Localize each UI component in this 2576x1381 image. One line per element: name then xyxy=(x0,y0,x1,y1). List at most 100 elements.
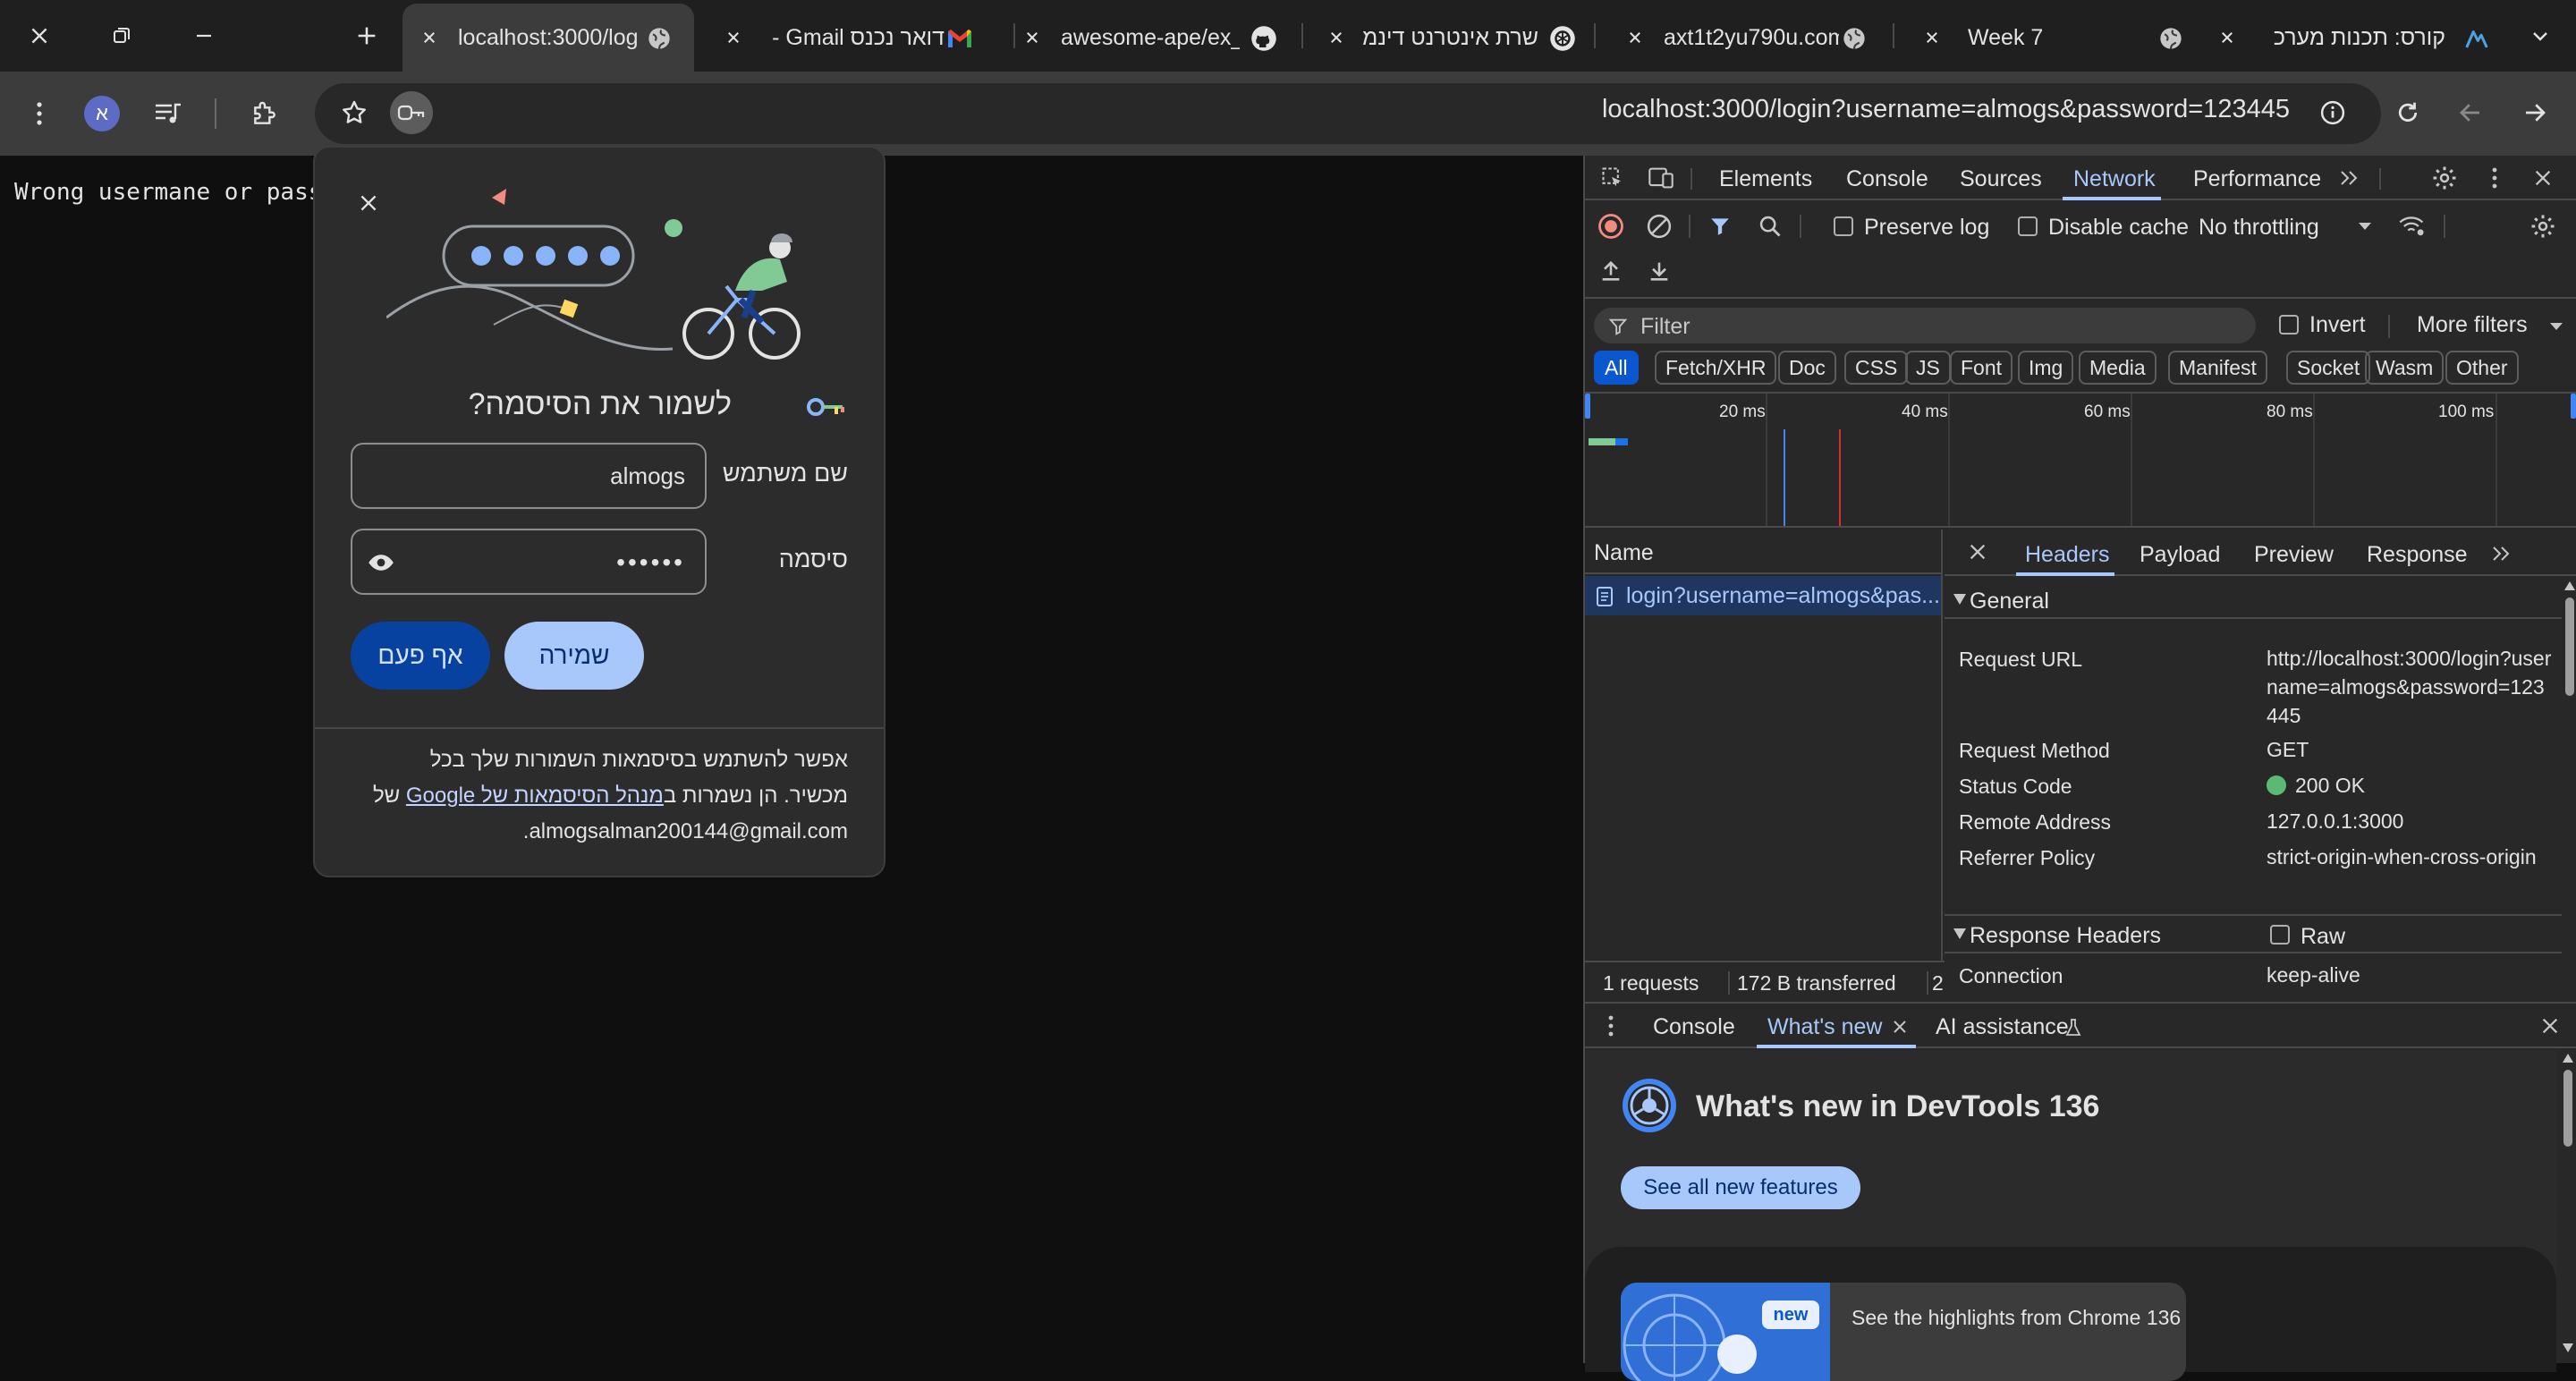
type-filter-fetch-xhr[interactable]: Fetch/XHR xyxy=(1655,351,1777,385)
type-filter-doc[interactable]: Doc xyxy=(1778,351,1836,385)
header-value[interactable]: GET xyxy=(2267,735,2553,764)
tab-moodle[interactable]: קורס: תכנות מערכ xyxy=(2204,4,2499,72)
header-value[interactable]: keep-alive xyxy=(2267,961,2553,989)
never-button[interactable]: אף פעם xyxy=(351,622,490,690)
type-filter-img[interactable]: Img xyxy=(2018,351,2074,385)
preserve-log-checkbox[interactable] xyxy=(1834,216,1853,236)
timeline-overview[interactable]: 20 ms 40 ms 60 ms 80 ms 100 ms xyxy=(1585,392,2576,528)
drawer-tab-console[interactable]: Console xyxy=(1653,1014,1735,1040)
name-column-header[interactable]: Name xyxy=(1594,540,1654,566)
tab-close-button[interactable] xyxy=(415,23,444,52)
tab-payload[interactable]: Payload xyxy=(2140,542,2220,568)
devtools-menu-button[interactable] xyxy=(2479,163,2510,193)
raw-checkbox[interactable] xyxy=(2270,925,2290,945)
close-devtools-button[interactable] xyxy=(2528,163,2558,193)
tab-network[interactable]: Network xyxy=(2073,166,2156,192)
type-filter-manifest[interactable]: Manifest xyxy=(2168,351,2267,385)
import-har-button[interactable] xyxy=(1596,256,1626,286)
more-filters-dropdown[interactable]: More filters xyxy=(2417,308,2563,343)
timeline-handle-left[interactable] xyxy=(1585,394,1590,419)
more-detail-tabs-button[interactable] xyxy=(2488,540,2515,567)
tab-search-button[interactable] xyxy=(2519,16,2562,55)
export-har-button[interactable] xyxy=(1644,256,1674,286)
tab-elements[interactable]: Elements xyxy=(1719,166,1812,192)
tab-close-button[interactable] xyxy=(1018,23,1046,52)
type-filter-font[interactable]: Font xyxy=(1950,351,2013,385)
show-password-button[interactable] xyxy=(365,546,397,579)
network-settings-button[interactable] xyxy=(2528,211,2558,241)
password-field[interactable]: •••••• xyxy=(351,529,707,595)
scrollbar-thumb[interactable] xyxy=(2565,597,2574,696)
header-value[interactable]: strict-origin-when-cross-origin xyxy=(2267,843,2553,871)
tab-performance[interactable]: Performance xyxy=(2193,166,2321,192)
tab-preview[interactable]: Preview xyxy=(2254,542,2334,568)
header-value[interactable]: 127.0.0.1:3000 xyxy=(2267,807,2553,835)
record-button[interactable] xyxy=(1596,211,1626,241)
tab-axt[interactable]: axt1t2yu790u.com xyxy=(1610,4,1878,72)
media-controls-button[interactable] xyxy=(147,92,190,135)
restore-window-button[interactable] xyxy=(100,16,143,55)
save-button[interactable]: שמירה xyxy=(504,622,644,690)
tab-headers[interactable]: Headers xyxy=(2025,542,2110,568)
forward-button[interactable] xyxy=(2513,91,2556,134)
highlight-card-inner[interactable]: new See the highlights from Chrome 136 xyxy=(1621,1283,2186,1381)
type-filter-js[interactable]: JS xyxy=(1905,351,1951,385)
clear-button[interactable] xyxy=(1644,211,1674,241)
tab-gmail[interactable]: דואר נכנס Gmail - xyxy=(707,4,998,72)
tab-close-button[interactable] xyxy=(1322,23,1351,52)
type-filter-socket[interactable]: Socket xyxy=(2286,351,2371,385)
tab-chatgpt[interactable]: שרת אינטרנט דינמ xyxy=(1315,4,1592,72)
close-window-button[interactable] xyxy=(18,16,61,55)
close-drawer-button[interactable] xyxy=(2537,1012,2563,1039)
header-value[interactable]: 200 OK xyxy=(2295,771,2576,800)
response-headers-section-header[interactable]: Response Headers Raw xyxy=(1945,914,2562,953)
tab-week7[interactable]: Week 7 xyxy=(1905,4,2200,72)
general-section-header[interactable]: General xyxy=(1945,580,2562,619)
reload-button[interactable] xyxy=(2386,91,2429,134)
filter-input[interactable]: Filter xyxy=(1594,308,2256,343)
profile-button[interactable]: א xyxy=(80,92,123,135)
dialog-close-button[interactable] xyxy=(349,183,388,223)
disable-cache-checkbox[interactable] xyxy=(2018,216,2038,236)
site-info-button[interactable] xyxy=(2311,91,2354,134)
minimize-window-button[interactable] xyxy=(182,16,225,55)
bookmark-star-button[interactable] xyxy=(333,91,376,134)
extensions-button[interactable] xyxy=(243,92,286,135)
tab-close-button[interactable] xyxy=(2213,23,2241,52)
new-tab-button[interactable] xyxy=(345,16,388,55)
drawer-tab-whats-new[interactable]: What's new xyxy=(1767,1014,1882,1040)
tab-sources[interactable]: Sources xyxy=(1960,166,2042,192)
more-tabs-button[interactable] xyxy=(2336,165,2363,191)
tab-close-button[interactable] xyxy=(1918,23,1946,52)
inspect-element-button[interactable] xyxy=(1597,163,1628,193)
password-key-button[interactable] xyxy=(390,91,433,134)
timeline-handle-right[interactable] xyxy=(2571,394,2576,419)
tab-github[interactable]: awesome-ape/ex_ xyxy=(1011,4,1302,72)
header-value[interactable]: http://localhost:3000/login?username=alm… xyxy=(2267,644,2553,730)
back-button[interactable] xyxy=(2449,91,2492,134)
type-filter-wasm[interactable]: Wasm xyxy=(2365,351,2445,385)
type-filter-media[interactable]: Media xyxy=(2079,351,2157,385)
highlight-card[interactable]: new See the highlights from Chrome 136 xyxy=(1585,1247,2556,1381)
network-conditions-button[interactable] xyxy=(2397,211,2428,241)
password-manager-link[interactable]: מנהל הסיסמאות של Google xyxy=(406,784,664,808)
browser-menu-button[interactable] xyxy=(18,92,61,135)
see-all-features-button[interactable]: See all new features xyxy=(1621,1166,1860,1209)
type-filter-other[interactable]: Other xyxy=(2445,351,2519,385)
search-button[interactable] xyxy=(1755,211,1785,241)
details-scrollbar[interactable] xyxy=(2562,580,2576,1072)
invert-checkbox[interactable] xyxy=(2279,315,2299,335)
device-toolbar-button[interactable] xyxy=(1646,163,1676,193)
tab-console[interactable]: Console xyxy=(1846,166,1928,192)
drawer-tab-ai-assistance[interactable]: AI assistance xyxy=(1936,1014,2069,1040)
tab-localhost[interactable]: localhost:3000/login xyxy=(402,4,694,72)
throttling-select[interactable]: No throttling xyxy=(2199,211,2377,241)
tab-response[interactable]: Response xyxy=(2367,542,2468,568)
close-details-button[interactable] xyxy=(1964,538,1991,565)
type-filter-all[interactable]: All xyxy=(1594,351,1639,385)
drawer-menu-button[interactable] xyxy=(1597,1011,1624,1041)
close-whats-new-tab-button[interactable] xyxy=(1889,1016,1911,1038)
tab-close-button[interactable] xyxy=(1621,23,1649,52)
request-row[interactable]: login?username=almogs&pas... xyxy=(1585,576,1941,615)
filter-toggle-button[interactable] xyxy=(1705,211,1735,241)
